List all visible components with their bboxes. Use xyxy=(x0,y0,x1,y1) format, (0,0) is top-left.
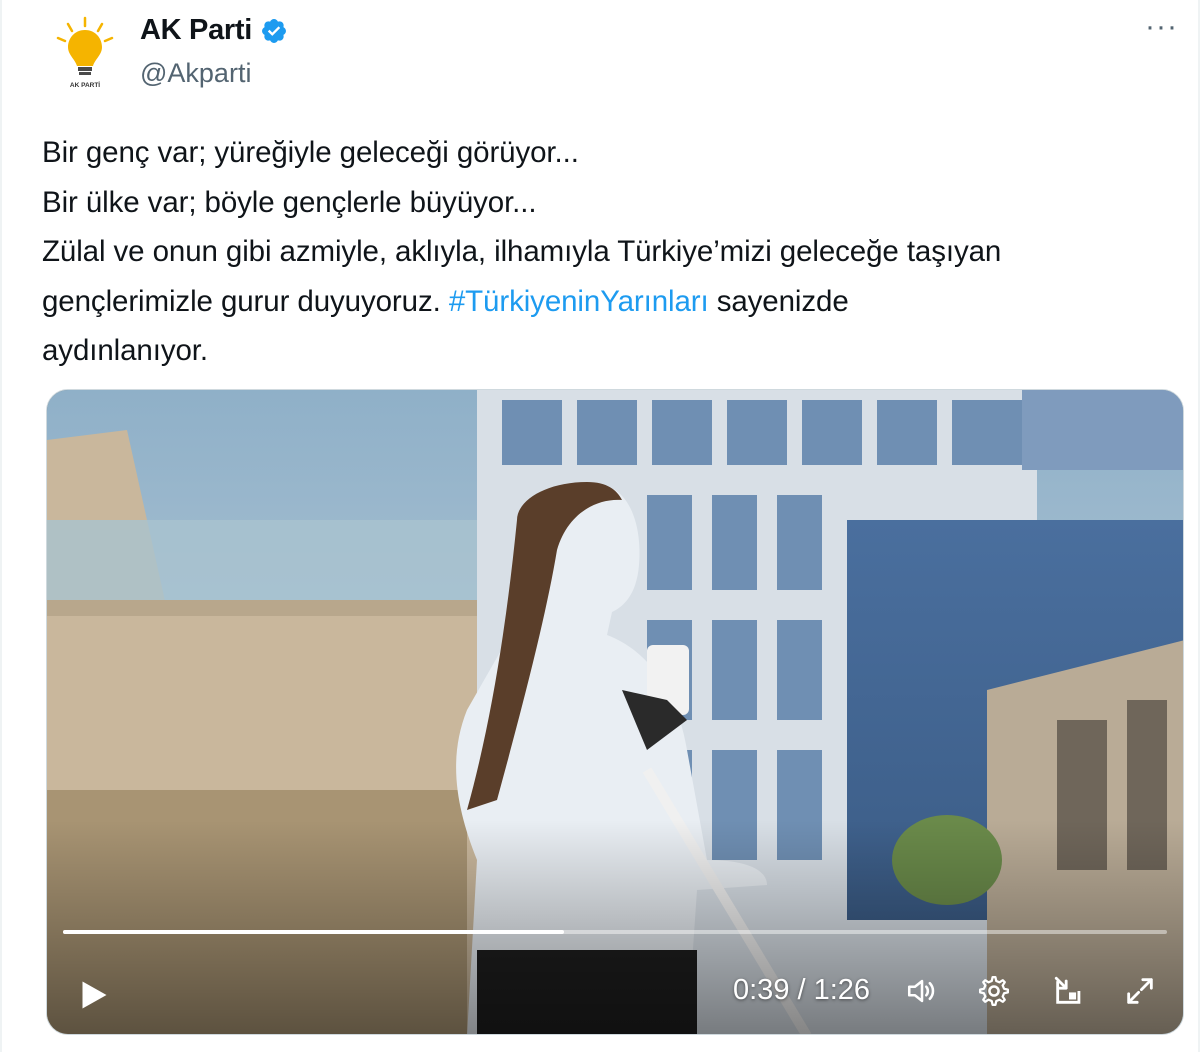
ak-parti-lightbulb-logo-icon: AK PARTİ xyxy=(56,16,114,89)
volume-icon[interactable] xyxy=(905,974,939,1008)
tweet-line-4: gençlerimizle gurur duyuyoruz. #Türkiyen… xyxy=(42,277,1182,327)
hashtag-link[interactable]: #TürkiyeninYarınları xyxy=(449,285,709,318)
video-player[interactable]: 0:39 / 1:26 xyxy=(46,389,1184,1035)
settings-gear-icon[interactable] xyxy=(977,974,1011,1008)
author-handle[interactable]: @Akparti xyxy=(140,58,251,89)
video-time: 0:39 / 1:26 xyxy=(733,974,871,1006)
display-name[interactable]: AK Parti xyxy=(140,14,252,47)
tweet-line-2: Bir ülke var; böyle gençlerle büyüyor... xyxy=(42,185,537,219)
video-frame-image xyxy=(47,390,1183,1034)
tweet-line-4-start: gençlerimizle gurur duyuyoruz. xyxy=(42,284,449,318)
progress-bar-fill xyxy=(63,930,564,934)
more-horizontal-icon: ··· xyxy=(1145,10,1178,43)
author-name-row[interactable]: AK Parti xyxy=(140,14,288,47)
tweet-text: Bir genç var; yüreğiyle geleceği görüyor… xyxy=(42,128,1182,376)
avatar[interactable]: AK PARTİ xyxy=(44,12,126,94)
svg-text:AK PARTİ: AK PARTİ xyxy=(70,81,100,89)
progress-bar[interactable] xyxy=(63,930,1167,934)
tweet-line-1: Bir genç var; yüreğiyle geleceği görüyor… xyxy=(42,136,579,169)
verified-badge-icon xyxy=(262,18,286,43)
fullscreen-icon[interactable] xyxy=(1123,974,1157,1008)
tweet-line-3: Zülal ve onun gibi azmiyle, aklıyla, ilh… xyxy=(42,235,1002,268)
more-options-button[interactable]: ··· xyxy=(1145,10,1178,44)
picture-in-picture-icon[interactable] xyxy=(1052,974,1086,1008)
tweet-line-5: aydınlanıyor. xyxy=(42,334,208,367)
tweet-line-4-end: sayenizde xyxy=(708,284,849,318)
play-icon[interactable] xyxy=(75,977,111,1013)
